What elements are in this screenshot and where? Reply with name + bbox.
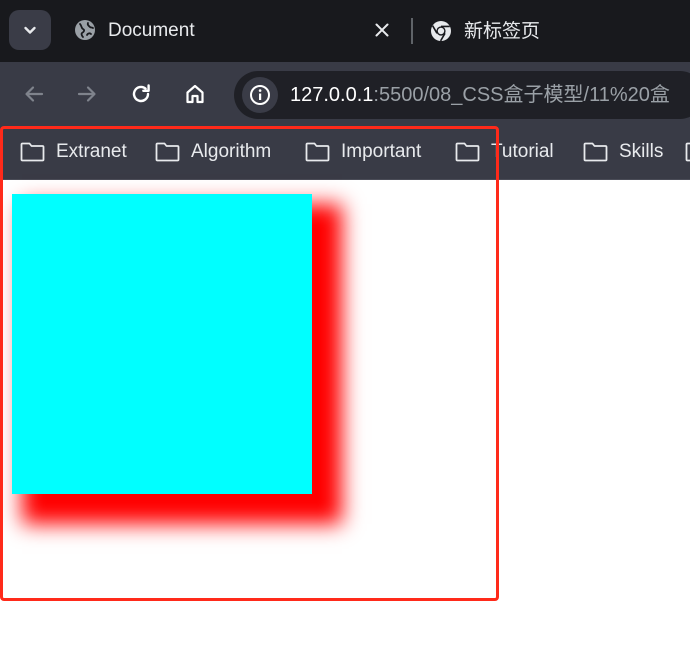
bookmark-label: Algorithm: [191, 141, 272, 162]
tab-search-button[interactable]: [9, 10, 51, 50]
home-icon: [186, 84, 204, 104]
reload-icon: [132, 84, 150, 103]
folder-icon: [685, 142, 690, 162]
folder-icon: [155, 142, 180, 162]
shadow-demo-box: [12, 194, 312, 494]
bookmark-label: Tutorial: [491, 141, 554, 162]
bookmark-extranet[interactable]: Extranet: [20, 139, 127, 165]
site-info-button[interactable]: [242, 77, 278, 113]
chrome-icon: [431, 21, 451, 42]
url-host: 127.0.0.1: [290, 84, 374, 106]
address-bar[interactable]: 127.0.0.1:5500/08_CSS盒子模型/11%20盒: [234, 71, 690, 119]
reload-button[interactable]: [123, 76, 159, 112]
back-button[interactable]: [16, 76, 52, 112]
folder-icon: [20, 142, 45, 162]
folder-icon: [305, 142, 330, 162]
tab-document[interactable]: Document: [62, 6, 407, 62]
folder-icon: [455, 142, 480, 162]
browser-toolbar: 127.0.0.1:5500/08_CSS盒子模型/11%20盒: [0, 62, 690, 126]
bookmark-overflow[interactable]: [685, 139, 690, 165]
bookmarks-bar: Extranet Algorithm Important Tutorial Sk…: [0, 126, 690, 180]
globe-icon: [75, 20, 95, 40]
bookmark-skills[interactable]: Skills: [583, 139, 663, 165]
url-path: :5500/08_CSS盒子模型/11%20盒: [373, 84, 670, 106]
bookmark-label: Important: [341, 141, 422, 162]
home-button[interactable]: [177, 76, 213, 112]
tab-strip: Document 新标签页: [0, 0, 690, 62]
tab-title: Document: [108, 20, 195, 41]
bookmark-tutorial[interactable]: Tutorial: [455, 139, 554, 165]
bookmark-label: Skills: [619, 141, 664, 162]
tab-title: 新标签页: [464, 21, 541, 42]
bookmark-label: Extranet: [56, 141, 127, 162]
forward-button[interactable]: [69, 76, 105, 112]
arrow-left-icon: [25, 86, 44, 102]
bookmark-algorithm[interactable]: Algorithm: [155, 139, 271, 165]
arrow-right-icon: [77, 86, 96, 102]
info-icon: [250, 85, 270, 105]
url-text[interactable]: 127.0.0.1:5500/08_CSS盒子模型/11%20盒: [290, 83, 670, 107]
close-icon[interactable]: [372, 20, 392, 40]
folder-icon: [583, 142, 608, 162]
bookmark-important[interactable]: Important: [305, 139, 421, 165]
tab-separator: [411, 18, 413, 44]
tab-new-tab[interactable]: 新标签页: [420, 6, 690, 56]
chevron-down-icon: [24, 26, 36, 34]
